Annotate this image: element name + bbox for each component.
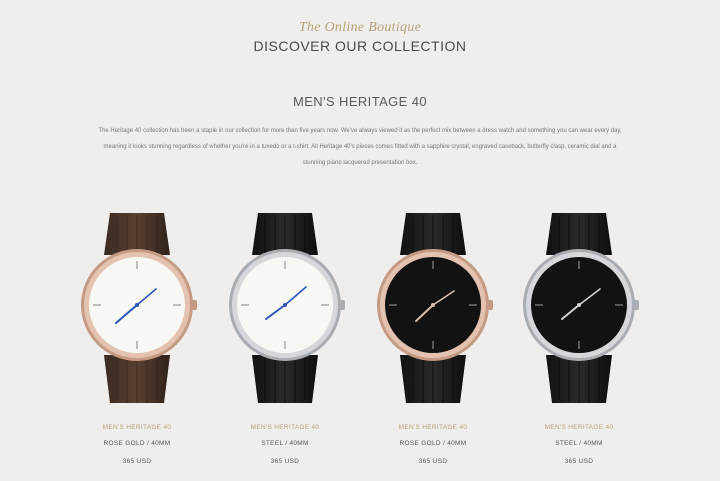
product-price: 365 USD bbox=[418, 458, 448, 465]
boutique-kicker: The Online Boutique bbox=[298, 20, 422, 35]
product-card[interactable]: MEN'S HERITAGE 40 STEEL / 40MM 365 USD bbox=[210, 205, 360, 475]
product-name[interactable]: MEN'S HERITAGE 40 bbox=[504, 424, 654, 431]
watch-image[interactable] bbox=[220, 205, 350, 405]
product-card[interactable]: MEN'S HERITAGE 40 ROSE GOLD / 40MM 365 U… bbox=[62, 205, 212, 475]
product-card[interactable]: MEN'S HERITAGE 40 ROSE GOLD / 40MM 365 U… bbox=[358, 205, 508, 475]
collection-title: MEN'S HERITAGE 40 bbox=[292, 94, 427, 109]
product-price: 365 USD bbox=[122, 458, 152, 465]
watch-image[interactable] bbox=[368, 205, 498, 405]
watch-image[interactable] bbox=[72, 205, 202, 405]
product-variant: STEEL / 40MM bbox=[555, 440, 603, 447]
page-header: The Online Boutique DISCOVER OUR COLLECT… bbox=[0, 20, 720, 54]
product-variant: ROSE GOLD / 40MM bbox=[399, 440, 467, 447]
product-variant: STEEL / 40MM bbox=[261, 440, 309, 447]
product-card[interactable]: MEN'S HERITAGE 40 STEEL / 40MM 365 USD bbox=[504, 205, 654, 475]
product-price: 365 USD bbox=[564, 458, 594, 465]
product-variant: ROSE GOLD / 40MM bbox=[103, 440, 171, 447]
collection-description: The Heritage 40 collection has been a st… bbox=[98, 128, 622, 166]
product-name[interactable]: MEN'S HERITAGE 40 bbox=[62, 424, 212, 431]
watch-image[interactable] bbox=[514, 205, 644, 405]
product-name[interactable]: MEN'S HERITAGE 40 bbox=[358, 424, 508, 431]
product-name[interactable]: MEN'S HERITAGE 40 bbox=[210, 424, 360, 431]
product-price: 365 USD bbox=[270, 458, 300, 465]
page-title: DISCOVER OUR COLLECTION bbox=[253, 38, 467, 54]
product-grid: MEN'S HERITAGE 40 ROSE GOLD / 40MM 365 U… bbox=[0, 205, 720, 475]
